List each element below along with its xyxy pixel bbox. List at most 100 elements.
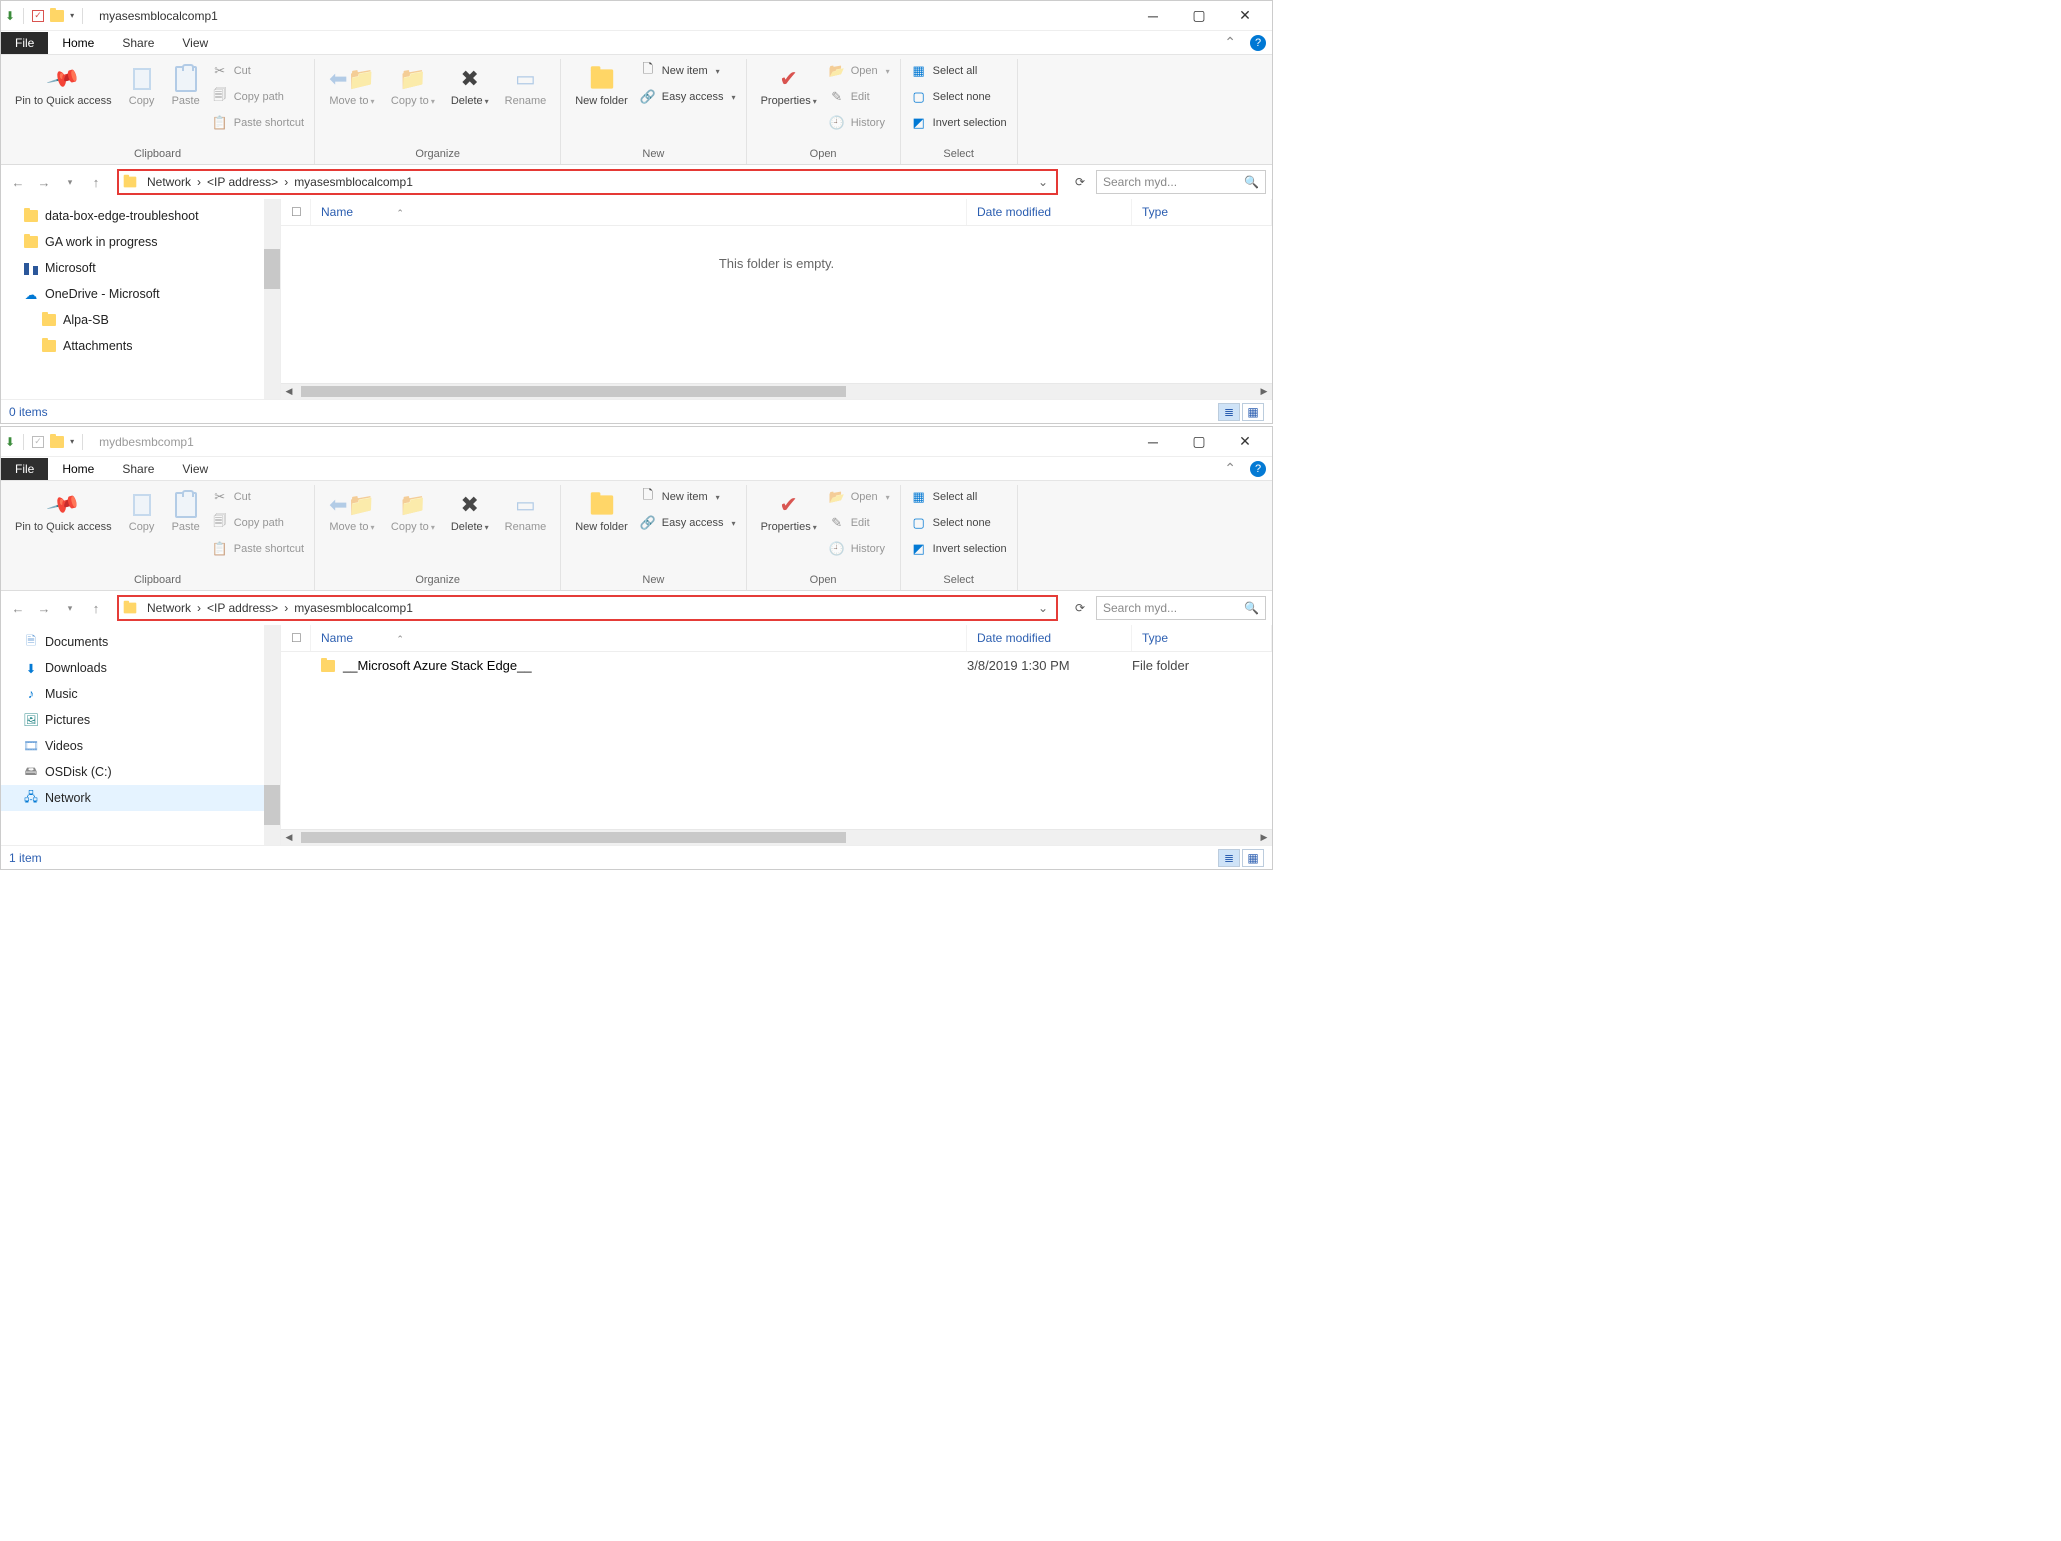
breadcrumb-item[interactable]: myasesmblocalcomp1 [288, 175, 419, 189]
tab-view[interactable]: View [168, 32, 222, 54]
back-button[interactable]: ← [7, 597, 29, 619]
address-dropdown-icon[interactable]: ⌄ [1034, 175, 1052, 189]
tree-item[interactable]: 🗎Documents [1, 629, 280, 655]
copy-to-button[interactable]: 📁Copy to▾ [383, 485, 443, 537]
recent-dropdown-button[interactable]: ▾ [59, 171, 81, 193]
scrollbar-horizontal[interactable]: ◀▶ [281, 383, 1272, 399]
column-name[interactable]: Name ⌃ [311, 199, 967, 225]
qat-dropdown-icon[interactable]: ▾ [70, 11, 74, 20]
select-all-button[interactable]: ▦Select all [911, 487, 1007, 507]
tab-home[interactable]: Home [48, 32, 108, 54]
rename-button[interactable]: ▭Rename [497, 485, 555, 537]
rename-button[interactable]: ▭Rename [497, 59, 555, 111]
tab-file[interactable]: File [1, 458, 48, 480]
details-view-button[interactable]: ≣ [1218, 849, 1240, 867]
breadcrumb-item[interactable]: Network [141, 601, 197, 615]
up-button[interactable]: ↑ [85, 171, 107, 193]
column-name[interactable]: Name ⌃ [311, 625, 967, 651]
properties-button[interactable]: ✔Properties▾ [753, 485, 825, 537]
column-date[interactable]: Date modified [967, 199, 1132, 225]
refresh-button[interactable]: ⟳ [1068, 596, 1092, 620]
select-all-button[interactable]: ▦Select all [911, 61, 1007, 81]
pin-to-quick-access-button[interactable]: 📌Pin to Quick access [7, 59, 120, 111]
column-type[interactable]: Type [1132, 199, 1272, 225]
new-item-button[interactable]: 🗋New item▾ [640, 487, 736, 507]
copy-button[interactable]: Copy [120, 59, 164, 111]
recent-dropdown-button[interactable]: ▾ [59, 597, 81, 619]
search-input[interactable]: Search myd...🔍 [1096, 596, 1266, 620]
minimize-button[interactable]: ─ [1130, 1, 1176, 31]
tab-view[interactable]: View [168, 458, 222, 480]
close-button[interactable]: ✕ [1222, 427, 1268, 457]
breadcrumb-item[interactable]: Network [141, 175, 197, 189]
delete-button[interactable]: ✖Delete▾ [443, 59, 497, 111]
details-view-button[interactable]: ≣ [1218, 403, 1240, 421]
tree-item[interactable]: GA work in progress [1, 229, 280, 255]
copy-path-button[interactable]: 🗐Copy path [212, 87, 304, 107]
tree-item[interactable]: ☁OneDrive - Microsoft [1, 281, 280, 307]
scrollbar-vertical[interactable] [264, 199, 280, 399]
tree-item[interactable]: data-box-edge-troubleshoot [1, 203, 280, 229]
large-icons-view-button[interactable]: ▦ [1242, 403, 1264, 421]
cut-button[interactable]: ✂Cut [212, 487, 304, 507]
edit-button[interactable]: ✎Edit [829, 87, 890, 107]
refresh-button[interactable]: ⟳ [1068, 170, 1092, 194]
search-input[interactable]: Search myd...🔍 [1096, 170, 1266, 194]
column-type[interactable]: Type [1132, 625, 1272, 651]
select-none-button[interactable]: ▢Select none [911, 513, 1007, 533]
select-all-checkbox[interactable]: ☐ [281, 199, 311, 225]
move-to-button[interactable]: ⬅📁Move to▾ [321, 59, 383, 111]
open-button[interactable]: 📂Open▾ [829, 61, 890, 81]
new-folder-button[interactable]: New folder [567, 485, 636, 537]
close-button[interactable]: ✕ [1222, 1, 1268, 31]
file-row[interactable]: __Microsoft Azure Stack Edge__3/8/2019 1… [281, 652, 1272, 679]
minimize-button[interactable]: ─ [1130, 427, 1176, 457]
new-folder-button[interactable]: New folder [567, 59, 636, 111]
tree-item[interactable]: 🖴OSDisk (C:) [1, 759, 280, 785]
cut-button[interactable]: ✂Cut [212, 61, 304, 81]
invert-selection-button[interactable]: ◩Invert selection [911, 113, 1007, 133]
select-none-button[interactable]: ▢Select none [911, 87, 1007, 107]
breadcrumb-item[interactable]: <IP address> [201, 601, 284, 615]
paste-shortcut-button[interactable]: 📋Paste shortcut [212, 113, 304, 133]
qat-dropdown-icon[interactable]: ▾ [70, 437, 74, 446]
navigation-tree[interactable]: 🗎Documents⬇Downloads♪Music🖼Pictures🎞Vide… [1, 625, 281, 845]
tree-item[interactable]: 🎞Videos [1, 733, 280, 759]
collapse-ribbon-icon[interactable]: ⌃ [1216, 34, 1244, 51]
maximize-button[interactable]: ▢ [1176, 1, 1222, 31]
paste-button[interactable]: Paste [164, 59, 208, 111]
checkbox-icon[interactable]: ✓ [32, 10, 44, 22]
easy-access-button[interactable]: 🔗Easy access▾ [640, 87, 736, 107]
pin-to-quick-access-button[interactable]: 📌Pin to Quick access [7, 485, 120, 537]
tree-item[interactable]: 🖼Pictures [1, 707, 280, 733]
forward-button[interactable]: → [33, 597, 55, 619]
history-button[interactable]: 🕘History [829, 113, 890, 133]
invert-selection-button[interactable]: ◩Invert selection [911, 539, 1007, 559]
checkbox-icon[interactable]: ✓ [32, 436, 44, 448]
address-dropdown-icon[interactable]: ⌄ [1034, 601, 1052, 615]
paste-shortcut-button[interactable]: 📋Paste shortcut [212, 539, 304, 559]
copy-button[interactable]: Copy [120, 485, 164, 537]
forward-button[interactable]: → [33, 171, 55, 193]
tree-item[interactable]: Alpa-SB [1, 307, 280, 333]
up-button[interactable]: ↑ [85, 597, 107, 619]
address-bar[interactable]: Network› <IP address>› myasesmblocalcomp… [117, 169, 1058, 195]
easy-access-button[interactable]: 🔗Easy access▾ [640, 513, 736, 533]
move-to-button[interactable]: ⬅📁Move to▾ [321, 485, 383, 537]
open-button[interactable]: 📂Open▾ [829, 487, 890, 507]
scrollbar-horizontal[interactable]: ◀▶ [281, 829, 1272, 845]
scrollbar-vertical[interactable] [264, 625, 280, 845]
maximize-button[interactable]: ▢ [1176, 427, 1222, 457]
help-icon[interactable]: ? [1250, 35, 1266, 51]
copy-path-button[interactable]: 🗐Copy path [212, 513, 304, 533]
copy-to-button[interactable]: 📁Copy to▾ [383, 59, 443, 111]
column-date[interactable]: Date modified [967, 625, 1132, 651]
tree-item[interactable]: ⬇Downloads [1, 655, 280, 681]
breadcrumb-item[interactable]: <IP address> [201, 175, 284, 189]
large-icons-view-button[interactable]: ▦ [1242, 849, 1264, 867]
edit-button[interactable]: ✎Edit [829, 513, 890, 533]
collapse-ribbon-icon[interactable]: ⌃ [1216, 460, 1244, 477]
address-bar[interactable]: Network› <IP address>› myasesmblocalcomp… [117, 595, 1058, 621]
paste-button[interactable]: Paste [164, 485, 208, 537]
delete-button[interactable]: ✖Delete▾ [443, 485, 497, 537]
